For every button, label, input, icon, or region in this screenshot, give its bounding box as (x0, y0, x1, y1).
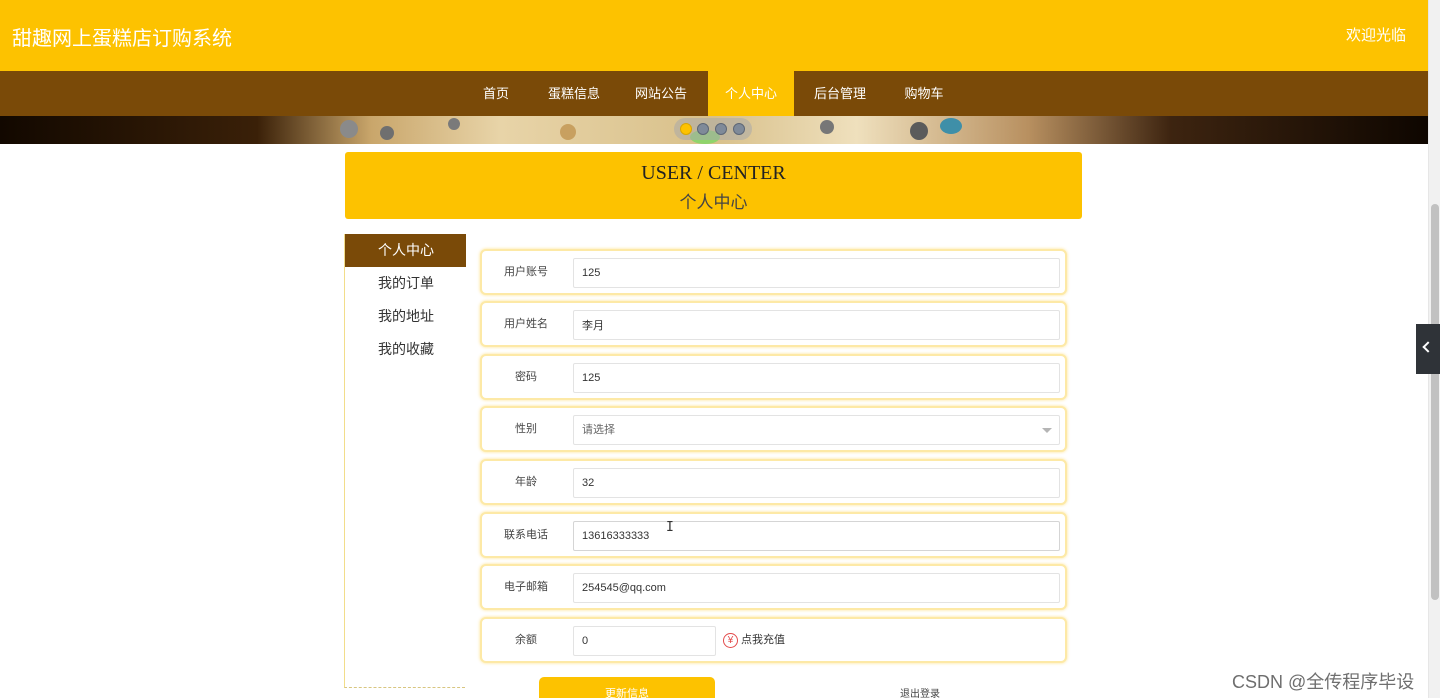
scrollbar-thumb[interactable] (1431, 204, 1439, 600)
gender-select[interactable]: 请选择 (573, 415, 1060, 445)
password-label: 密码 (515, 371, 537, 383)
gender-selected-value: 请选择 (582, 424, 615, 436)
carousel-indicators (674, 118, 752, 140)
page-title-zh: 个人中心 (679, 193, 748, 213)
main-nav: 首页 蛋糕信息 网站公告 个人中心 后台管理 购物车 (0, 71, 1428, 116)
username-label: 用户账号 (504, 266, 548, 278)
site-title[interactable]: 甜趣网上蛋糕店订购系统 (12, 22, 232, 51)
nav-item-admin[interactable]: 后台管理 (804, 71, 876, 116)
nav-item-cart[interactable]: 购物车 (894, 71, 954, 116)
realname-field[interactable] (573, 310, 1060, 340)
text-cursor-icon: I (666, 520, 674, 535)
carousel-dot-1[interactable] (680, 123, 692, 135)
header-bar: 甜趣网上蛋糕店订购系统 欢迎光临 (0, 0, 1428, 71)
email-field[interactable] (573, 573, 1060, 603)
form-row-password: 密码 (480, 354, 1067, 400)
age-label: 年龄 (515, 476, 537, 488)
balance-field[interactable] (573, 626, 716, 656)
page-title-box: USER / CENTER 个人中心 (345, 152, 1082, 219)
realname-label: 用户姓名 (504, 318, 548, 330)
form-row-username: 用户账号 (480, 249, 1067, 295)
yen-icon: ¥ (723, 632, 738, 648)
logout-button[interactable]: 退出登录 (870, 685, 970, 698)
welcome-text: 欢迎光临 (1345, 27, 1406, 44)
update-info-button[interactable]: 更新信息 (539, 677, 715, 698)
side-collapse-tab[interactable] (1416, 324, 1440, 374)
phone-field[interactable] (573, 521, 1060, 551)
recharge-link[interactable]: ¥ 点我充值 (723, 631, 785, 649)
phone-label: 联系电话 (504, 529, 548, 541)
carousel-dot-3[interactable] (715, 123, 727, 135)
form-row-gender: 性别 请选择 (480, 406, 1067, 452)
balance-label: 余额 (515, 634, 537, 646)
nav-item-announcements[interactable]: 网站公告 (625, 71, 697, 116)
username-field[interactable] (573, 258, 1060, 288)
watermark-text: CSDN @全传程序毕设 (1232, 672, 1415, 692)
nav-item-cakes[interactable]: 蛋糕信息 (538, 71, 610, 116)
page-title-en: USER / CENTER (641, 162, 786, 184)
gender-label: 性别 (515, 423, 537, 435)
password-field[interactable] (573, 363, 1060, 393)
chevron-left-icon (1422, 341, 1434, 353)
form-row-phone: 联系电话 (480, 512, 1067, 558)
form-row-age: 年龄 (480, 459, 1067, 505)
nav-item-user-center[interactable]: 个人中心 (708, 71, 794, 116)
form-row-realname: 用户姓名 (480, 301, 1067, 347)
sidebar-item-user-center[interactable]: 个人中心 (345, 234, 466, 267)
recharge-label: 点我充值 (741, 634, 785, 646)
nav-item-home[interactable]: 首页 (472, 71, 520, 116)
chevron-down-icon (1042, 428, 1052, 433)
age-field[interactable] (573, 468, 1060, 498)
sidebar-item-favorites[interactable]: 我的收藏 (345, 333, 466, 366)
carousel-dot-2[interactable] (697, 123, 709, 135)
email-label: 电子邮箱 (504, 581, 548, 593)
sidebar-item-orders[interactable]: 我的订单 (345, 267, 466, 300)
form-row-balance: 余额 ¥点我充值 (480, 617, 1067, 663)
sidebar-item-addresses[interactable]: 我的地址 (345, 300, 466, 333)
user-sidebar: 个人中心 我的订单 我的地址 我的收藏 (344, 234, 466, 688)
carousel-dot-4[interactable] (733, 123, 745, 135)
form-row-email: 电子邮箱 (480, 564, 1067, 610)
